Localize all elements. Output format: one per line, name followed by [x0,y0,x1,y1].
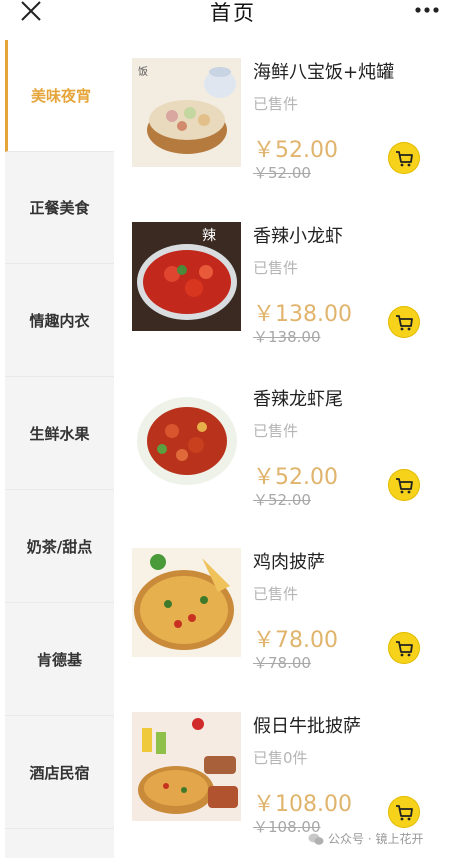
seafood-rice-image: 饭 [132,58,241,167]
sidebar-item-fresh-fruit[interactable]: 生鲜水果 [5,378,114,490]
sidebar-item-label: 生鲜水果 [29,425,90,443]
page-title: 首页 [210,1,256,25]
product-price: ￥108.00 [253,792,352,817]
sidebar-item-hotel-homestay[interactable]: 酒店民宿 [5,717,114,829]
product-name: 假日牛批披萨 [253,716,361,737]
original-price: ￥78.00 [253,654,311,672]
crayfish-image: 辣 [132,222,241,331]
original-price: ￥138.00 [253,328,321,346]
add-to-cart-button[interactable] [388,306,420,338]
crayfish-tail-image [132,385,241,494]
product-price: ￥78.00 [253,628,338,653]
watermark-text: 公众号 · 镜上花开 [328,832,424,846]
product-name: 海鲜八宝饭+炖罐 [253,62,395,83]
svg-text:饭: 饭 [138,66,148,78]
sidebar-item-lingerie[interactable]: 情趣内衣 [5,265,114,377]
product-card[interactable]: 香辣龙虾尾 已售件 ￥52.00 ￥52.00 [132,385,452,535]
chicken-pizza-image [132,548,241,657]
sidebar-item-label: 正餐美食 [29,199,90,217]
add-to-cart-button[interactable] [388,796,420,828]
original-price: ￥52.00 [253,164,311,182]
add-to-cart-button[interactable] [388,632,420,664]
product-price: ￥138.00 [253,302,352,327]
cart-icon [396,315,413,331]
top-bar: 首页 [0,0,466,25]
sidebar-item-label: 奶茶/甜点 [26,538,93,556]
sidebar-item-late-night-food[interactable]: 美味夜宵 [5,40,114,152]
product-card[interactable]: 鸡肉披萨 已售件 ￥78.00 ￥78.00 [132,548,452,698]
sidebar-item-label: 美味夜宵 [30,87,91,105]
sidebar-item-label: 情趣内衣 [29,312,90,330]
add-to-cart-button[interactable] [388,469,420,501]
product-name: 香辣小龙虾 [253,226,343,247]
sidebar-item-main-meals[interactable]: 正餐美食 [5,152,114,264]
product-name: 香辣龙虾尾 [253,389,343,410]
product-price: ￥52.00 [253,138,338,163]
more-icon[interactable] [413,0,441,22]
add-to-cart-button[interactable] [388,142,420,174]
product-card[interactable]: 饭 海鲜八宝饭+炖罐 已售件 ￥52.00 ￥52.00 [132,58,452,208]
product-card[interactable]: 辣 香辣小龙虾 已售件 ￥138.00 ￥138.00 [132,222,452,372]
category-sidebar: 美味夜宵 正餐美食 情趣内衣 生鲜水果 奶茶/甜点 肯德基 酒店民宿 [5,40,114,858]
watermark: 公众号 · 镜上花开 [308,830,423,847]
sold-count: 已售件 [253,422,299,440]
product-price: ￥52.00 [253,465,338,490]
holiday-pizza-image [132,712,241,821]
cart-icon [396,478,413,494]
sold-count: 已售0件 [253,749,308,767]
original-price: ￥52.00 [253,491,311,509]
sidebar-item-label: 酒店民宿 [29,764,90,782]
sidebar-item-label: 肯德基 [36,651,82,669]
cart-icon [396,805,413,821]
cart-icon [396,151,413,167]
sold-count: 已售件 [253,95,299,113]
sidebar-item-milk-tea-dessert[interactable]: 奶茶/甜点 [5,491,114,603]
product-name: 鸡肉披萨 [253,552,325,573]
cart-icon [396,641,413,657]
sold-count: 已售件 [253,585,299,603]
sold-count: 已售件 [253,259,299,277]
wechat-icon [308,833,324,845]
svg-text:辣: 辣 [202,228,216,244]
sidebar-item-kfc[interactable]: 肯德基 [5,604,114,716]
